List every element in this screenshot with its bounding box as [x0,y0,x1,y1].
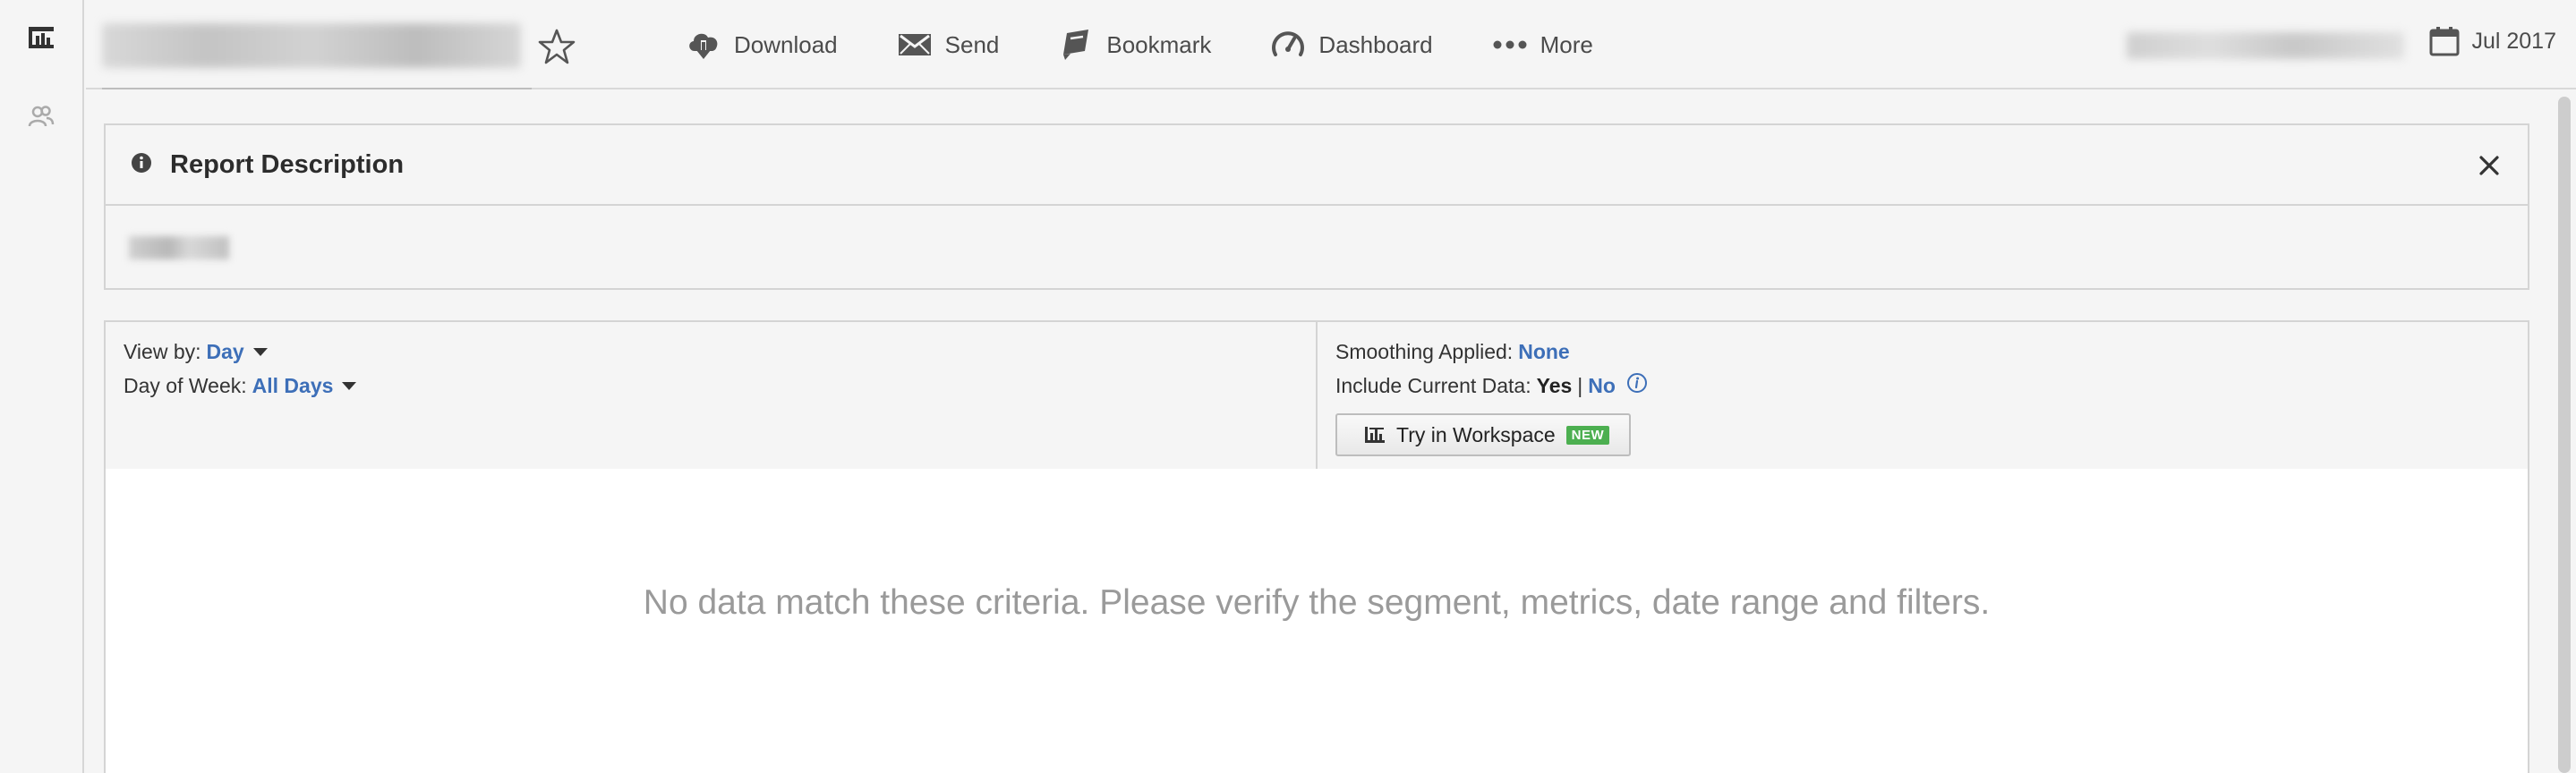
report-results-area: No data match these criteria. Please ver… [104,469,2529,773]
reports-icon[interactable] [25,21,57,54]
left-rail [0,0,84,773]
gauge-icon [1272,31,1305,56]
include-current-row: Include Current Data: Yes | No [1335,369,2510,403]
envelope-icon [898,34,931,55]
day-of-week-label: Day of Week: [124,373,247,397]
report-description-title: Report Description [170,149,405,179]
smoothing-link[interactable]: None [1518,340,1570,364]
report-description-text-redacted [129,236,229,259]
include-current-no-link[interactable]: No [1588,374,1616,398]
bookmark-label: Bookmark [1106,30,1212,58]
more-label: More [1540,30,1593,58]
smoothing-row: Smoothing Applied: None [1335,335,2510,369]
users-icon[interactable] [25,100,57,132]
cloud-download-icon [689,33,718,59]
bookmark-icon [1063,30,1089,60]
date-range-label: Jul 2017 [2471,28,2556,54]
date-range-button[interactable]: Jul 2017 [2428,25,2556,57]
report-description-header: Report Description [106,125,2528,206]
top-toolbar: Download Send Bookmark Dashboard More Ju… [86,0,2576,89]
download-label: Download [734,30,838,58]
no-data-message: No data match these criteria. Please ver… [643,583,1991,622]
calendar-icon [2429,27,2460,56]
help-icon[interactable] [1626,372,1648,399]
try-in-workspace-label: Try in Workspace [1396,422,1556,446]
more-button[interactable]: More [1492,31,1593,59]
download-button[interactable]: Download [686,28,838,62]
send-label: Send [944,30,1000,58]
chevron-down-icon[interactable] [252,347,268,356]
day-of-week-row: Day of Week: All Days [124,369,1298,403]
chevron-down-icon[interactable] [342,381,357,390]
workspace-icon [1365,427,1385,443]
close-icon[interactable] [2472,149,2506,183]
report-options-right: Smoothing Applied: None Include Current … [1318,322,2528,471]
include-current-label: Include Current Data: [1335,373,1531,397]
user-account-redacted[interactable] [2127,32,2404,59]
report-description-panel: Report Description [104,123,2529,290]
report-title-redacted [102,23,521,68]
include-current-separator: | [1577,373,1583,397]
send-button[interactable]: Send [897,30,1000,59]
info-icon [131,152,152,178]
dashboard-button[interactable]: Dashboard [1270,28,1433,62]
star-icon[interactable] [537,27,576,66]
report-title-underline [102,88,532,89]
bookmark-button[interactable]: Bookmark [1058,28,1211,62]
include-current-yes: Yes [1536,373,1573,397]
view-by-label: View by: [124,339,201,363]
report-options-left: View by: Day Day of Week: All Days [106,322,1318,471]
day-of-week-dropdown[interactable]: All Days [252,374,334,398]
report-options-panel: View by: Day Day of Week: All Days Smoot… [104,320,2529,471]
try-in-workspace-button[interactable]: Try in Workspace NEW [1335,413,1631,456]
view-by-dropdown[interactable]: Day [207,340,244,364]
view-by-row: View by: Day [124,335,1298,369]
action-bar: Download Send Bookmark Dashboard More [686,0,1652,89]
vertical-scrollbar[interactable] [2558,97,2571,773]
ellipsis-icon [1493,40,1527,49]
new-badge: NEW [1565,425,1610,445]
smoothing-label: Smoothing Applied: [1335,339,1514,363]
dashboard-label: Dashboard [1318,30,1433,58]
